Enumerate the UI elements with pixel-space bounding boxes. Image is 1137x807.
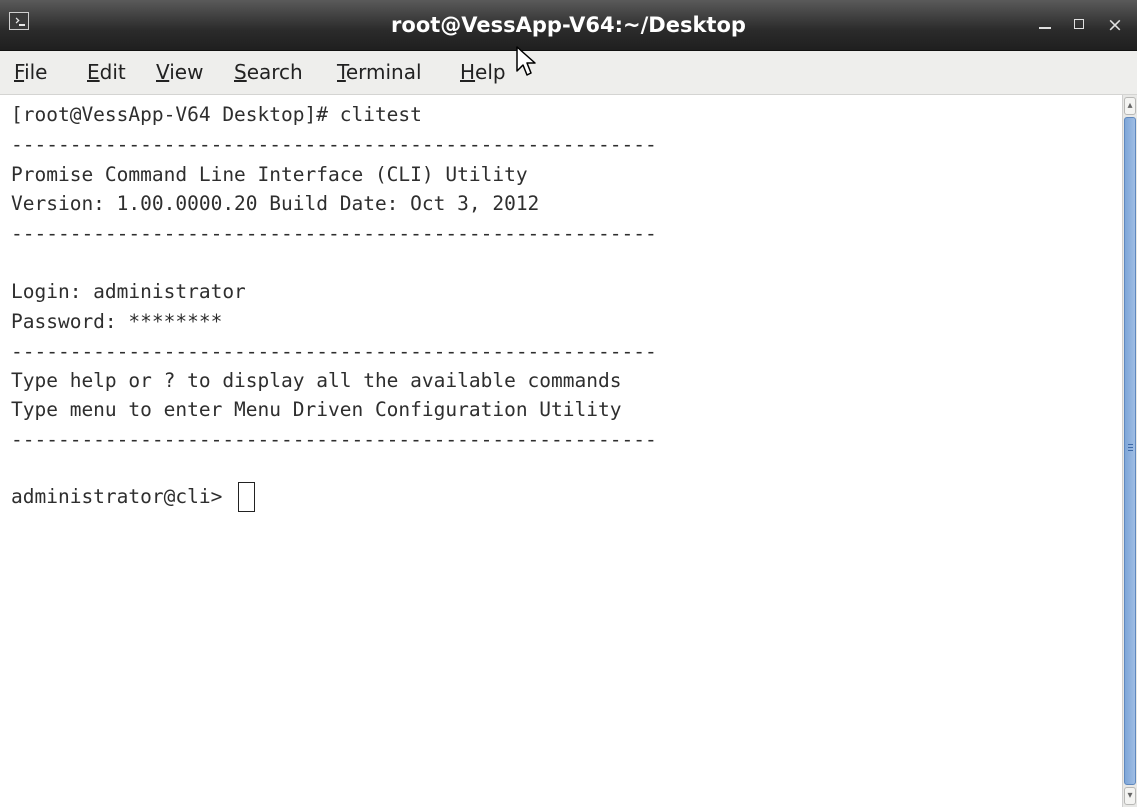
close-button[interactable]: ×	[1104, 14, 1126, 36]
menu-edit[interactable]: Edit	[87, 51, 126, 94]
grip-line	[1128, 450, 1133, 451]
menu-view-mnemonic: V	[156, 60, 170, 84]
menu-file[interactable]: File	[14, 51, 47, 94]
grip-line	[1128, 444, 1133, 445]
menu-terminal-mnemonic: T	[337, 60, 346, 84]
mouse-pointer-icon	[516, 46, 536, 76]
terminal-line: Login: administrator	[11, 280, 246, 303]
terminal-line: ----------------------------------------…	[11, 133, 657, 156]
minimize-button[interactable]	[1034, 14, 1056, 36]
terminal-line: Type menu to enter Menu Driven Configura…	[11, 398, 622, 421]
menu-file-label: ile	[24, 60, 48, 84]
menu-help-label: elp	[475, 60, 506, 84]
terminal-output[interactable]: [root@VessApp-V64 Desktop]# clitest ----…	[0, 95, 1122, 807]
menu-edit-mnemonic: E	[87, 60, 100, 84]
terminal-line: Password: ********	[11, 310, 223, 333]
maximize-button[interactable]	[1068, 14, 1090, 36]
window-title: root@VessApp-V64:~/Desktop	[391, 13, 746, 37]
terminal-window: root@VessApp-V64:~/Desktop × File Edit V…	[0, 0, 1137, 807]
terminal-line: Promise Command Line Interface (CLI) Uti…	[11, 163, 528, 186]
menu-file-mnemonic: F	[14, 60, 25, 84]
title-bar[interactable]: root@VessApp-V64:~/Desktop ×	[0, 0, 1137, 51]
menu-terminal[interactable]: Terminal	[337, 51, 422, 94]
terminal-line: Type help or ? to display all the availa…	[11, 369, 622, 392]
text-cursor	[238, 482, 256, 512]
menu-help[interactable]: Help	[460, 51, 506, 94]
grip-line	[1128, 447, 1133, 448]
menu-help-mnemonic: H	[460, 60, 476, 84]
terminal-line: [root@VessApp-V64 Desktop]# clitest	[11, 103, 422, 126]
vertical-scrollbar[interactable]: ▴ ▾	[1122, 95, 1137, 807]
menu-bar: File Edit View Search Terminal Help	[0, 51, 1137, 95]
menu-view-label: iew	[169, 60, 204, 84]
prompt-line: administrator@cli>	[11, 482, 256, 512]
menu-search-label: earch	[246, 60, 303, 84]
chevron-down-icon[interactable]: ▾	[1124, 787, 1136, 805]
terminal-line: ----------------------------------------…	[11, 428, 657, 451]
menu-terminal-label: erminal	[345, 60, 422, 84]
terminal-line: ----------------------------------------…	[11, 222, 657, 245]
menu-edit-label: dit	[99, 60, 126, 84]
chevron-up-icon[interactable]: ▴	[1124, 97, 1136, 115]
menu-view[interactable]: View	[156, 51, 203, 94]
prompt: administrator@cli>	[11, 485, 235, 508]
minimize-icon	[1039, 27, 1051, 29]
menu-search[interactable]: Search	[234, 51, 303, 94]
scroll-thumb[interactable]	[1124, 117, 1136, 785]
menu-search-mnemonic: S	[234, 60, 247, 84]
terminal-line: ----------------------------------------…	[11, 340, 657, 363]
maximize-icon	[1074, 19, 1084, 29]
terminal-line: Version: 1.00.0000.20 Build Date: Oct 3,…	[11, 192, 540, 215]
